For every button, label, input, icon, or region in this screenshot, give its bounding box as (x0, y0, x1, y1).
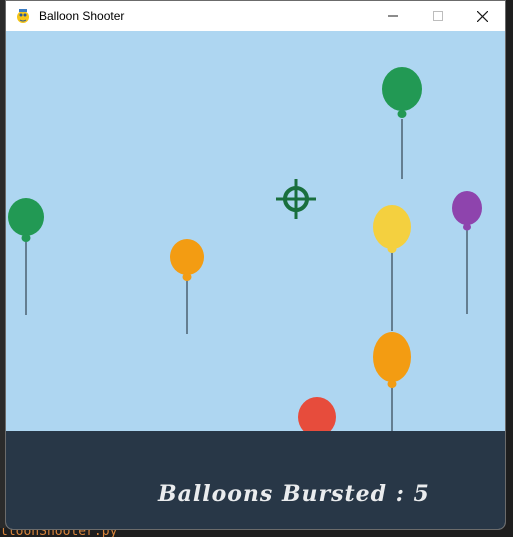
close-button[interactable] (460, 1, 505, 31)
game-window: Balloon Shooter Balloons Bursted: 5 (5, 0, 506, 530)
score-label: Balloons Bursted : 5 (158, 481, 430, 507)
score-panel: Balloons Bursted : 5 (6, 431, 505, 529)
balloon[interactable] (452, 191, 482, 314)
minimize-icon (387, 15, 398, 17)
balloon[interactable] (382, 67, 422, 179)
window-controls (370, 1, 505, 31)
title-bar[interactable]: Balloon Shooter (6, 1, 505, 31)
window-title: Balloon Shooter (39, 9, 125, 23)
crosshair-icon (276, 179, 316, 219)
maximize-icon (432, 11, 443, 21)
game-canvas[interactable] (6, 31, 505, 431)
minimize-button[interactable] (370, 1, 415, 31)
balloon[interactable] (8, 198, 44, 315)
maximize-button[interactable] (415, 1, 460, 31)
close-icon (477, 10, 488, 22)
balloon[interactable] (373, 205, 411, 331)
balloon[interactable] (170, 239, 204, 334)
pygame-snake-icon (15, 8, 31, 24)
balloon[interactable] (298, 397, 336, 431)
balloon[interactable] (373, 332, 411, 431)
